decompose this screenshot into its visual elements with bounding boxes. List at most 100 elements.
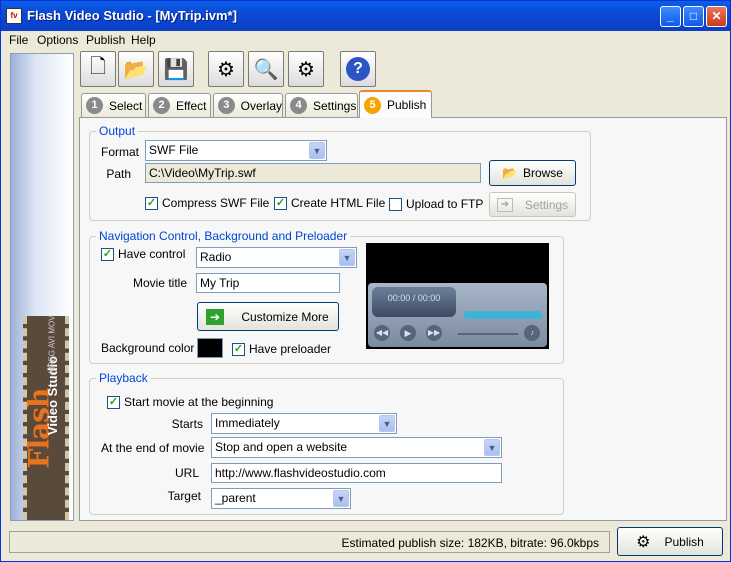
chevron-down-icon[interactable]: ▼ xyxy=(379,415,395,432)
target-value: _parent xyxy=(215,491,256,505)
ftp-settings-button[interactable]: ➔ Settings xyxy=(489,192,576,217)
starts-select[interactable]: Immediately ▼ xyxy=(211,413,397,434)
logo-formats: MPEG AVI MOV xyxy=(47,315,57,374)
tab-effect[interactable]: 2 Effect xyxy=(148,93,211,117)
settings-label: Settings xyxy=(524,197,569,212)
app-logo: Flash Video Studio MPEG AVI MOV xyxy=(22,315,69,520)
movie-title-label: Movie title xyxy=(132,276,187,290)
publish-button[interactable]: ⚙ Publish xyxy=(617,527,723,556)
close-button[interactable]: ✕ xyxy=(706,6,727,27)
checkbox-box[interactable]: ✓ xyxy=(145,196,158,210)
checkbox-box[interactable]: ✓ xyxy=(107,395,120,409)
browse-label: Browse xyxy=(522,166,563,180)
upload-ftp-label: Upload to FTP xyxy=(406,197,484,211)
starts-value: Immediately xyxy=(215,416,280,430)
tab-publish[interactable]: 5 Publish xyxy=(359,90,432,118)
menu-publish[interactable]: Publish xyxy=(86,33,125,47)
progress-bar[interactable] xyxy=(464,311,542,319)
have-control-checkbox[interactable]: ✓ Have control xyxy=(101,247,185,261)
customize-label: Customize More xyxy=(241,309,329,324)
app-icon[interactable]: fv xyxy=(6,8,22,24)
tab-number: 4 xyxy=(290,97,307,114)
target-label: Target xyxy=(167,489,201,503)
tab-overlay[interactable]: 3 Overlay xyxy=(213,93,283,117)
tab-number: 5 xyxy=(364,96,381,114)
end-of-movie-value: Stop and open a website xyxy=(215,440,348,454)
background-color-label: Background color xyxy=(101,341,195,355)
settings-gear-icon[interactable]: ⚙ xyxy=(208,51,244,87)
path-field[interactable]: C:\Video\MyTrip.swf xyxy=(145,163,481,183)
checkbox-box[interactable]: ✓ xyxy=(232,342,245,356)
browse-button[interactable]: 📂 Browse xyxy=(489,160,576,186)
tab-label: Publish xyxy=(387,98,427,112)
open-folder-icon[interactable]: 📂 xyxy=(118,51,154,87)
time-display: 00:00 / 00:00 xyxy=(372,287,456,317)
checkbox-box[interactable] xyxy=(389,197,402,211)
chevron-down-icon[interactable]: ▼ xyxy=(339,249,355,266)
checkbox-box[interactable]: ✓ xyxy=(274,196,287,210)
compress-label: Compress SWF File xyxy=(162,196,270,210)
url-label: URL xyxy=(174,466,199,480)
create-html-label: Create HTML File xyxy=(291,196,386,210)
chevron-down-icon[interactable]: ▼ xyxy=(484,439,500,456)
volume-slider[interactable] xyxy=(458,333,518,335)
save-icon[interactable]: 💾 xyxy=(158,51,194,87)
window-title: Flash Video Studio - [MyTrip.ivm*] xyxy=(27,8,237,23)
upload-ftp-checkbox[interactable]: Upload to FTP xyxy=(389,197,483,211)
arrow-right-icon: ➔ xyxy=(206,309,224,325)
menu-bar: File Options Publish Help xyxy=(1,31,730,49)
movie-title-input[interactable]: My Trip xyxy=(196,273,340,293)
chevron-down-icon[interactable]: ▼ xyxy=(333,490,349,507)
starts-label: Starts xyxy=(171,417,203,431)
control-type-select[interactable]: Radio ▼ xyxy=(196,247,357,268)
checkbox-box[interactable]: ✓ xyxy=(101,247,114,261)
menu-options[interactable]: Options xyxy=(37,33,78,47)
new-file-icon[interactable]: 🗋 xyxy=(80,51,116,87)
start-beginning-checkbox[interactable]: ✓ Start movie at the beginning xyxy=(107,395,273,409)
background-color-swatch[interactable] xyxy=(197,338,223,358)
minimize-button[interactable]: _ xyxy=(660,6,681,27)
tab-label: Overlay xyxy=(240,98,282,113)
status-bar: Estimated publish size: 182KB, bitrate: … xyxy=(9,531,610,553)
tab-number: 2 xyxy=(153,97,170,114)
tab-label: Settings xyxy=(313,98,357,113)
tab-select[interactable]: 1 Select xyxy=(81,93,146,117)
start-beginning-label: Start movie at the beginning xyxy=(124,395,274,409)
tab-number: 3 xyxy=(218,97,235,114)
maximize-button[interactable]: □ xyxy=(683,6,704,27)
have-preloader-checkbox[interactable]: ✓ Have preloader xyxy=(232,342,331,356)
player-preview: 00:00 / 00:00 ◀◀ ▶ ▶▶ ♪ xyxy=(366,243,549,349)
title-bar[interactable]: fv Flash Video Studio - [MyTrip.ivm*] _ … xyxy=(1,1,730,31)
customize-more-button[interactable]: ➔ Customize More xyxy=(197,302,339,331)
rewind-icon[interactable]: ◀◀ xyxy=(374,325,390,341)
target-select[interactable]: _parent ▼ xyxy=(211,488,351,509)
tab-settings[interactable]: 4 Settings xyxy=(285,93,358,117)
publish-gear-icon: ⚙ xyxy=(636,533,651,551)
have-preloader-label: Have preloader xyxy=(249,342,332,356)
have-control-label: Have control xyxy=(118,247,186,261)
help-icon[interactable]: ? xyxy=(340,51,376,87)
control-type-value: Radio xyxy=(200,250,232,264)
main-window: fv Flash Video Studio - [MyTrip.ivm*] _ … xyxy=(0,0,731,562)
playback-legend: Playback xyxy=(96,371,151,385)
compress-checkbox[interactable]: ✓ Compress SWF File xyxy=(145,196,269,210)
volume-icon[interactable]: ♪ xyxy=(524,325,540,341)
format-value: SWF File xyxy=(149,143,199,157)
end-of-movie-label: At the end of movie xyxy=(101,441,205,455)
path-label: Path xyxy=(106,167,131,181)
tab-label: Effect xyxy=(176,98,207,113)
menu-help[interactable]: Help xyxy=(131,33,156,47)
publish-wizard-icon[interactable]: ⚙ xyxy=(288,51,324,87)
format-select[interactable]: SWF File ▼ xyxy=(145,140,327,161)
publish-label: Publish xyxy=(664,534,704,549)
output-legend: Output xyxy=(96,124,139,138)
chevron-down-icon[interactable]: ▼ xyxy=(309,142,325,159)
forward-icon[interactable]: ▶▶ xyxy=(426,325,442,341)
end-of-movie-select[interactable]: Stop and open a website ▼ xyxy=(211,437,502,458)
menu-file[interactable]: File xyxy=(9,33,28,47)
search-icon[interactable]: 🔍 xyxy=(248,51,284,87)
play-icon[interactable]: ▶ xyxy=(400,325,416,341)
create-html-checkbox[interactable]: ✓ Create HTML File xyxy=(274,196,385,210)
tab-number: 1 xyxy=(86,97,103,114)
url-input[interactable]: http://www.flashvideostudio.com xyxy=(211,463,502,483)
